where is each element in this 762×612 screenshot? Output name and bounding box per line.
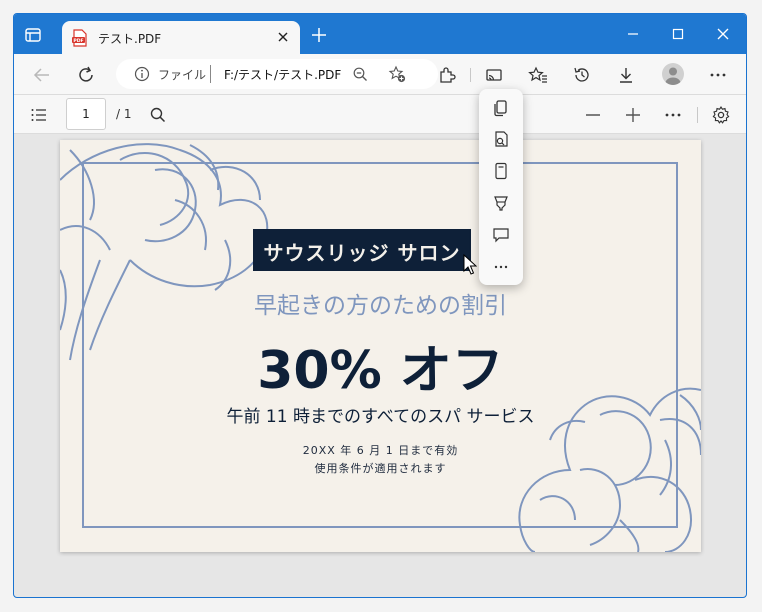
- add-favorite-icon[interactable]: [388, 65, 406, 83]
- cast-icon[interactable]: [484, 65, 504, 85]
- text-selection-toolbar: [479, 89, 523, 285]
- browser-window: PDF テスト.PDF ファイル F:/テスト/テスト.PDF 1 / 1 サウ…: [13, 13, 747, 598]
- address-url[interactable]: F:/テスト/テスト.PDF: [224, 66, 341, 83]
- validity-text: 20XX 年 6 月 1 日まで有効: [302, 444, 459, 457]
- navigation-toolbar: ファイル F:/テスト/テスト.PDF: [14, 54, 746, 94]
- person-icon: [665, 67, 681, 85]
- pdf-toolbar: 1 / 1: [14, 94, 746, 134]
- toolbar-separator: [470, 68, 471, 82]
- salon-name: サウスリッジ サロン: [263, 241, 461, 265]
- address-scheme-label: ファイル: [158, 68, 207, 82]
- address-bar[interactable]: ファイル F:/テスト/テスト.PDF: [116, 59, 438, 89]
- document-icon[interactable]: [491, 161, 511, 181]
- tab-actions-icon[interactable]: [24, 26, 42, 44]
- pdf-file-icon: PDF: [72, 29, 87, 47]
- favorites-icon[interactable]: [528, 65, 548, 85]
- mouse-cursor-icon: [463, 254, 477, 275]
- discount-subtitle: 早起きの方のための割引: [254, 293, 507, 319]
- maximize-icon[interactable]: [669, 25, 687, 43]
- downloads-icon[interactable]: [616, 65, 636, 85]
- browser-tab[interactable]: PDF テスト.PDF: [62, 21, 300, 54]
- page-total: / 1: [116, 107, 132, 121]
- title-bar: PDF テスト.PDF: [14, 14, 746, 54]
- address-separator: [210, 65, 211, 83]
- close-tab-icon[interactable]: [276, 30, 290, 44]
- zoom-out-icon[interactable]: [352, 66, 368, 82]
- find-icon[interactable]: [148, 105, 168, 125]
- table-of-contents-icon[interactable]: [29, 105, 49, 125]
- terms-text: 使用条件が適用されます: [314, 462, 447, 475]
- back-icon[interactable]: [32, 65, 52, 85]
- service-description: 午前 11 時までのすべてのスパ サービス: [226, 407, 535, 427]
- discount-headline: 30% オフ: [257, 341, 504, 401]
- settings-more-icon[interactable]: [708, 65, 728, 85]
- highlight-icon[interactable]: [491, 193, 511, 213]
- page-number-input[interactable]: 1: [66, 98, 106, 130]
- pdf-more-icon[interactable]: [663, 105, 683, 125]
- tab-title: テスト.PDF: [98, 32, 162, 46]
- pdf-settings-icon[interactable]: [711, 105, 731, 125]
- copy-icon[interactable]: [491, 97, 511, 117]
- history-icon[interactable]: [572, 65, 592, 85]
- minimize-icon[interactable]: [624, 25, 642, 43]
- close-window-icon[interactable]: [714, 25, 732, 43]
- pdf-page: サウスリッジ サロン 早起きの方のための割引 30% オフ 午前 11 時までの…: [60, 140, 701, 552]
- pdf-toolbar-separator: [697, 107, 698, 123]
- info-icon[interactable]: [134, 66, 150, 82]
- refresh-icon[interactable]: [76, 65, 96, 85]
- more-icon[interactable]: [491, 257, 511, 277]
- zoom-out-pdf-icon[interactable]: [583, 105, 603, 125]
- pdf-icon-label: PDF: [73, 38, 83, 44]
- profile-avatar[interactable]: [662, 63, 684, 85]
- zoom-in-pdf-icon[interactable]: [623, 105, 643, 125]
- new-tab-icon[interactable]: [310, 26, 328, 44]
- search-doc-icon[interactable]: [491, 129, 511, 149]
- comment-icon[interactable]: [491, 225, 511, 245]
- salon-banner: サウスリッジ サロン: [253, 229, 471, 271]
- extensions-icon[interactable]: [437, 65, 457, 85]
